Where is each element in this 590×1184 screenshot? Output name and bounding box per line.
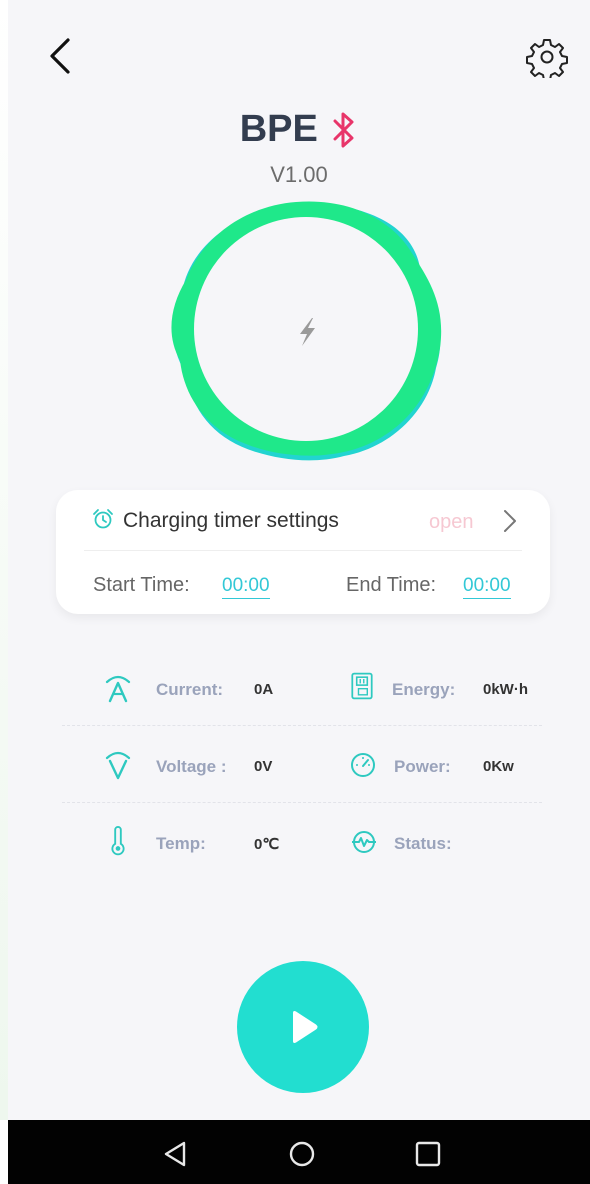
card-divider: [84, 550, 522, 551]
charging-timer-row[interactable]: Charging timer settings open: [56, 490, 550, 552]
status-icon: [352, 831, 376, 853]
power-label: Power:: [394, 757, 451, 776]
nav-home-circle-icon[interactable]: [288, 1140, 316, 1168]
back-chevron-icon: [50, 38, 70, 74]
temp-value: 0℃: [254, 836, 280, 853]
app-title: BPE: [239, 108, 318, 150]
start-time-value[interactable]: 00:00: [222, 575, 270, 599]
stats-divider: [62, 802, 542, 803]
firmware-version: V1.00: [270, 162, 328, 187]
end-time-label: End Time:: [346, 574, 437, 596]
charging-ring: [171, 201, 442, 461]
left-edge-strip: [0, 0, 8, 1120]
thermometer-icon: [111, 826, 125, 856]
status-label: Status:: [394, 834, 452, 853]
current-value: 0A: [254, 681, 274, 698]
gear-icon: [526, 39, 568, 81]
charging-timer-card: Charging timer settings open Start Time:…: [56, 490, 550, 614]
nav-back-triangle-icon[interactable]: [162, 1140, 190, 1168]
temp-label: Temp:: [156, 834, 206, 853]
voltage-value: 0V: [254, 758, 273, 775]
charging-timer-label: Charging timer settings: [123, 509, 339, 532]
chevron-right-icon: [504, 510, 516, 532]
energy-label: Energy:: [392, 680, 456, 699]
energy-value: 0kW·h: [483, 681, 528, 698]
current-icon: [105, 675, 131, 703]
timer-status-label: open: [429, 511, 474, 533]
start-charging-button[interactable]: [237, 961, 369, 1093]
end-time-value[interactable]: 00:00: [463, 575, 511, 599]
title-row: BPE: [8, 108, 590, 151]
settings-button[interactable]: [526, 36, 568, 81]
app-screen: BPE V1.00 Charging timer settings open S…: [8, 0, 590, 1120]
energy-icon: [351, 672, 373, 700]
system-navigation-bar: [8, 1120, 590, 1184]
stats-divider: [62, 725, 542, 726]
voltage-label: Voltage :: [156, 757, 227, 776]
power-value: 0Kw: [483, 758, 514, 775]
nav-recents-square-icon[interactable]: [414, 1140, 442, 1168]
back-button[interactable]: [42, 34, 82, 78]
bluetooth-icon: [333, 112, 354, 147]
current-label: Current:: [156, 680, 224, 699]
alarm-clock-icon: [93, 509, 113, 529]
voltage-icon: [105, 751, 131, 780]
start-time-label: Start Time:: [93, 574, 190, 596]
play-icon: [293, 1011, 318, 1043]
power-gauge-icon: [351, 753, 375, 777]
